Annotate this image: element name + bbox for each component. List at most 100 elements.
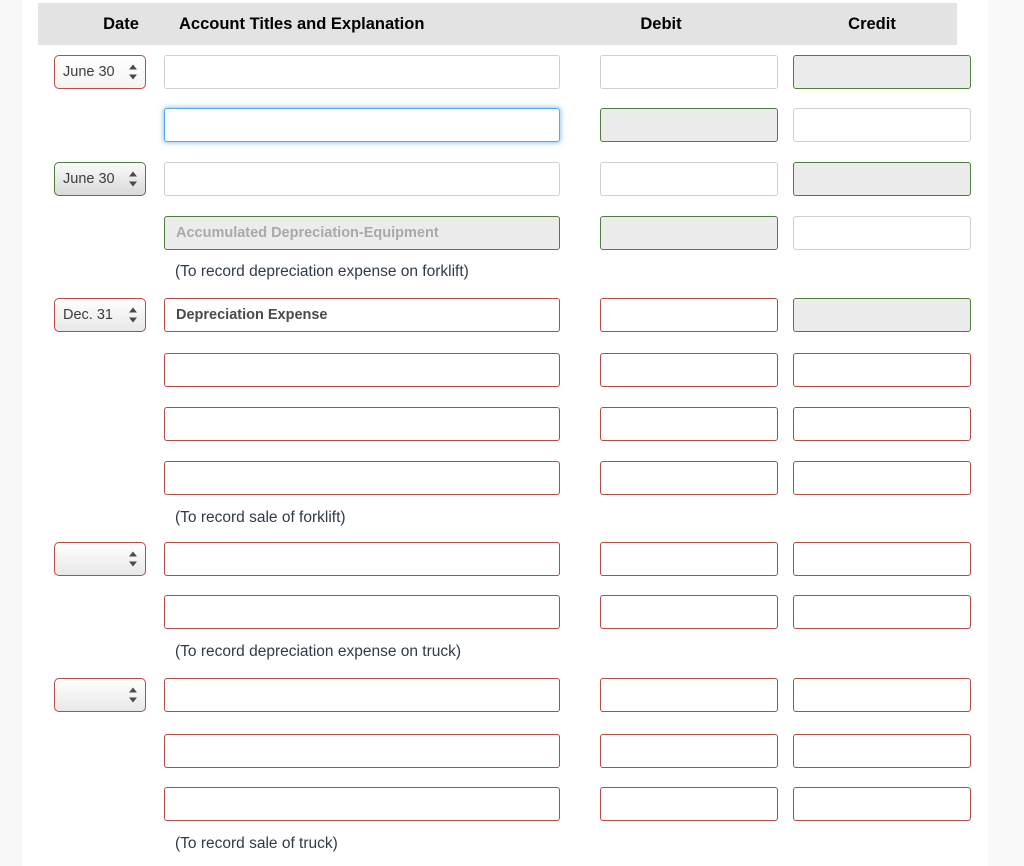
credit-input[interactable] xyxy=(793,734,971,768)
credit-input-cell xyxy=(793,542,971,576)
debit-input[interactable] xyxy=(600,542,778,576)
date-select-wrapper: June 30Dec. 31 xyxy=(54,542,146,576)
debit-input[interactable] xyxy=(600,595,778,629)
journal-row xyxy=(22,407,988,441)
credit-input[interactable] xyxy=(793,407,971,441)
journal-row: June 30Dec. 31 xyxy=(22,162,988,196)
credit-input[interactable] xyxy=(793,542,971,576)
account-input[interactable] xyxy=(164,298,560,332)
debit-input-cell xyxy=(600,108,778,142)
account-input-cell xyxy=(164,162,560,196)
journal-row xyxy=(22,595,988,629)
date-select[interactable]: June 30Dec. 31 xyxy=(54,678,146,712)
credit-input-cell xyxy=(793,787,971,821)
account-input[interactable] xyxy=(164,216,560,250)
debit-input-cell xyxy=(600,542,778,576)
credit-input-cell xyxy=(793,353,971,387)
account-input[interactable] xyxy=(164,734,560,768)
account-input-cell xyxy=(164,216,560,250)
debit-input[interactable] xyxy=(600,353,778,387)
debit-input[interactable] xyxy=(600,216,778,250)
account-input[interactable] xyxy=(164,595,560,629)
credit-input[interactable] xyxy=(793,595,971,629)
debit-input[interactable] xyxy=(600,678,778,712)
account-input-cell xyxy=(164,298,560,332)
credit-input-cell xyxy=(793,162,971,196)
account-input[interactable] xyxy=(164,678,560,712)
credit-input-cell xyxy=(793,461,971,495)
credit-input[interactable] xyxy=(793,461,971,495)
account-input-cell xyxy=(164,353,560,387)
account-input-cell xyxy=(164,407,560,441)
date-select-wrapper: June 30Dec. 31 xyxy=(54,678,146,712)
credit-input-cell xyxy=(793,298,971,332)
account-input-cell xyxy=(164,595,560,629)
account-input-cell xyxy=(164,542,560,576)
journal-entry-caption: (To record sale of forklift) xyxy=(175,509,346,526)
date-cell: June 30Dec. 31 xyxy=(54,678,146,712)
account-input[interactable] xyxy=(164,162,560,196)
debit-input-cell xyxy=(600,734,778,768)
column-header-debit: Debit xyxy=(640,15,682,33)
account-input[interactable] xyxy=(164,353,560,387)
debit-input-cell xyxy=(600,678,778,712)
table-header-row: Date Account Titles and Explanation Debi… xyxy=(38,3,957,45)
date-select[interactable]: June 30Dec. 31 xyxy=(54,55,146,89)
credit-input-cell xyxy=(793,678,971,712)
journal-row: June 30Dec. 31 xyxy=(22,542,988,576)
credit-input[interactable] xyxy=(793,216,971,250)
debit-input[interactable] xyxy=(600,55,778,89)
debit-input[interactable] xyxy=(600,461,778,495)
page-gutter-right xyxy=(988,0,1024,866)
credit-input[interactable] xyxy=(793,55,971,89)
credit-input[interactable] xyxy=(793,678,971,712)
debit-input-cell xyxy=(600,162,778,196)
credit-input[interactable] xyxy=(793,162,971,196)
credit-input-cell xyxy=(793,595,971,629)
debit-input-cell xyxy=(600,407,778,441)
credit-input[interactable] xyxy=(793,787,971,821)
account-input-cell xyxy=(164,787,560,821)
journal-row xyxy=(22,216,988,250)
debit-input-cell xyxy=(600,353,778,387)
credit-input-cell xyxy=(793,216,971,250)
date-select-wrapper: June 30Dec. 31 xyxy=(54,55,146,89)
credit-input[interactable] xyxy=(793,298,971,332)
date-cell: June 30Dec. 31 xyxy=(54,298,146,332)
debit-input[interactable] xyxy=(600,734,778,768)
credit-input-cell xyxy=(793,407,971,441)
column-header-credit: Credit xyxy=(848,15,896,33)
account-input[interactable] xyxy=(164,407,560,441)
account-input[interactable] xyxy=(164,108,560,142)
debit-input-cell xyxy=(600,55,778,89)
date-select-wrapper: June 30Dec. 31 xyxy=(54,298,146,332)
account-input-cell xyxy=(164,55,560,89)
debit-input[interactable] xyxy=(600,787,778,821)
journal-entry-worksheet: Date Account Titles and Explanation Debi… xyxy=(22,0,988,866)
journal-row xyxy=(22,353,988,387)
journal-row xyxy=(22,734,988,768)
debit-input-cell xyxy=(600,298,778,332)
credit-input-cell xyxy=(793,55,971,89)
debit-input-cell xyxy=(600,787,778,821)
journal-row: June 30Dec. 31 xyxy=(22,678,988,712)
date-select[interactable]: June 30Dec. 31 xyxy=(54,298,146,332)
date-select[interactable]: June 30Dec. 31 xyxy=(54,162,146,196)
debit-input[interactable] xyxy=(600,298,778,332)
account-input[interactable] xyxy=(164,542,560,576)
credit-input[interactable] xyxy=(793,353,971,387)
account-input[interactable] xyxy=(164,787,560,821)
credit-input[interactable] xyxy=(793,108,971,142)
date-cell: June 30Dec. 31 xyxy=(54,55,146,89)
debit-input[interactable] xyxy=(600,407,778,441)
account-input[interactable] xyxy=(164,461,560,495)
column-header-date: Date xyxy=(103,15,139,33)
debit-input[interactable] xyxy=(600,162,778,196)
debit-input[interactable] xyxy=(600,108,778,142)
journal-row xyxy=(22,787,988,821)
date-cell: June 30Dec. 31 xyxy=(54,542,146,576)
journal-row xyxy=(22,108,988,142)
debit-input-cell xyxy=(600,216,778,250)
date-select[interactable]: June 30Dec. 31 xyxy=(54,542,146,576)
account-input[interactable] xyxy=(164,55,560,89)
